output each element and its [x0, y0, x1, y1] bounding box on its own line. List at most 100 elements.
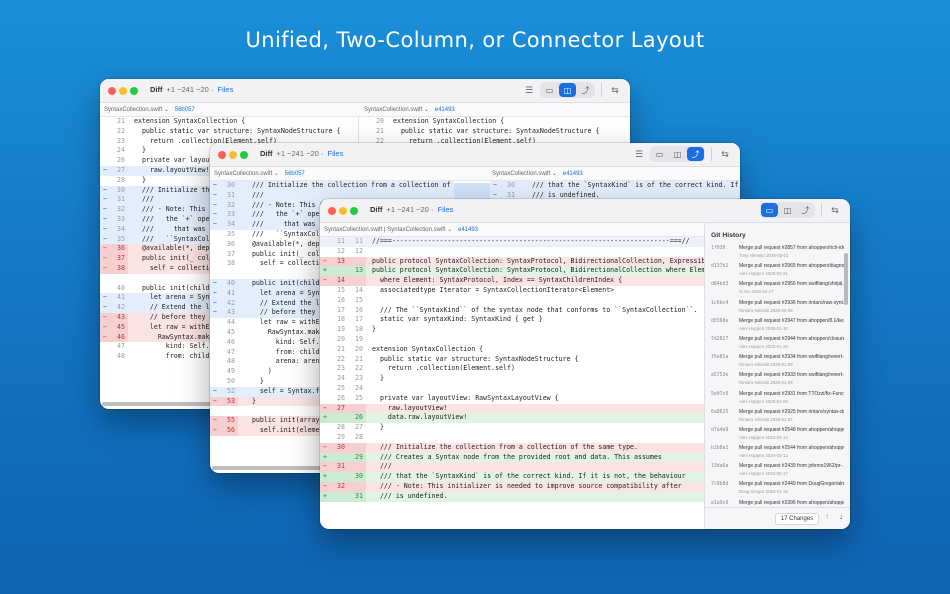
change-marker: [320, 335, 330, 345]
code-line: 22 21 public static var structure: Syntax…: [320, 355, 704, 365]
line-number: 30: [227, 181, 235, 189]
code-line: 19 18}: [320, 325, 704, 335]
commit-author: Xi Ge: [739, 289, 750, 295]
commit-item[interactable]: d84bd3 Merge pull request #2956 from swif…: [705, 279, 850, 297]
change-marker: [210, 318, 220, 328]
unified-layout-icon[interactable]: ▭: [651, 147, 668, 161]
commit-title: Merge pull request #2936 from rintaro/ra…: [739, 299, 844, 306]
minimize-button[interactable]: [339, 207, 347, 215]
change-marker: −: [210, 416, 220, 426]
line-number: 45: [110, 322, 128, 333]
line-number: 42: [117, 303, 125, 312]
close-button[interactable]: [218, 151, 226, 159]
line-number: 21: [117, 117, 125, 125]
code-text: /// The ``SyntaxKind`` of the syntax nod…: [372, 305, 698, 314]
change-marker: [100, 284, 110, 294]
close-button[interactable]: [328, 207, 336, 215]
commit-title: Merge pull request #2544 from ahoppen/ah…: [739, 445, 844, 452]
change-marker: ~: [103, 165, 107, 174]
code-line: 22 public static var structure: SyntaxNo…: [100, 127, 358, 137]
commit-date: 2025-03-01: [766, 253, 789, 258]
commit-item[interactable]: b2b8a1 Merge pull request #2544 from ahop…: [705, 443, 850, 461]
next-change-icon[interactable]: ↓: [839, 512, 843, 521]
unified-layout-icon[interactable]: ▭: [761, 203, 778, 217]
commit-item[interactable]: 6a8625 Merge pull request #2925 from rint…: [705, 407, 850, 425]
close-button[interactable]: [108, 87, 116, 95]
code-text: data.raw.layoutView!: [372, 413, 468, 422]
commit-item[interactable]: d137b2 Merge pull request #2965 from ahop…: [705, 261, 850, 279]
change-marker: ~: [213, 220, 217, 229]
two-column-layout-icon[interactable]: ◫: [669, 147, 686, 161]
code-text: public static var structure: SyntaxNodeS…: [134, 126, 341, 135]
change-marker: [320, 325, 330, 335]
two-column-layout-icon[interactable]: ◫: [559, 83, 576, 97]
horizontal-scrollbar[interactable]: [212, 466, 332, 470]
commit-item[interactable]: 13da6a Merge pull request #2439 from john…: [705, 461, 850, 479]
commit-date: 2025-02-05: [770, 307, 793, 313]
zoom-button[interactable]: [350, 207, 358, 215]
change-marker: ~: [213, 210, 217, 219]
minimize-button[interactable]: [229, 151, 237, 159]
commit-author: Alex Hoppen: [739, 343, 765, 349]
connector-layout-icon[interactable]: ⤴: [687, 147, 704, 161]
line-number: 48: [227, 357, 235, 366]
change-marker: +: [320, 491, 330, 502]
title-bar: Diff +1 −241 −20 · Files ☰ ▭ ◫ ⤴ ⇆: [100, 79, 630, 103]
previous-change-icon[interactable]: ↑: [825, 512, 829, 521]
commit-item[interactable]: e1a9c0 Merge pull request #2396 from ahop…: [705, 498, 850, 505]
old-line-number: 17: [337, 305, 345, 314]
line-number: 31: [117, 195, 125, 204]
swap-icon[interactable]: ⇆: [718, 147, 732, 161]
swap-icon[interactable]: ⇆: [608, 83, 622, 97]
files-link[interactable]: Files: [218, 85, 234, 94]
changes-button[interactable]: 17 Changes: [775, 513, 819, 525]
zoom-button[interactable]: [240, 151, 248, 159]
change-marker: [100, 117, 110, 127]
code-text: /// Initialize the collection from a col…: [251, 181, 451, 189]
commit-item[interactable]: f5e81a Merge pull request #2934 from swif…: [705, 352, 850, 370]
commit-item[interactable]: d7a4e9 Merge pull request #2548 from ahop…: [705, 425, 850, 443]
commit-item[interactable]: 7d2827 Merge pull request #2944 from ahop…: [705, 334, 850, 352]
commit-hash: 13da6a: [711, 464, 729, 470]
list-icon[interactable]: ☰: [522, 83, 536, 97]
connector-layout-icon[interactable]: ⤴: [577, 83, 594, 97]
unified-code-pane[interactable]: 11 11 //===-------------------------------…: [320, 237, 704, 529]
change-marker: −: [100, 254, 110, 264]
commit-list: 1f030 Merge pull request #2857 from ahopp…: [705, 243, 850, 505]
commit-date: 2025-02-17: [751, 289, 774, 295]
line-number: 33: [227, 210, 235, 219]
code-line: +13 public protocol SyntaxCollection: Syn…: [320, 266, 704, 277]
change-marker: [100, 274, 110, 284]
files-link[interactable]: Files: [328, 149, 344, 158]
change-marker: −: [100, 332, 110, 343]
line-number: 36: [110, 244, 128, 255]
new-line-number: [348, 256, 366, 267]
commit-hash: 7c8b8d: [711, 482, 729, 488]
change-marker: [320, 394, 330, 404]
commit-author: Rintaro Ishizaki: [739, 307, 770, 313]
connector-layout-icon[interactable]: ⤴: [797, 203, 814, 217]
zoom-button[interactable]: [130, 87, 138, 95]
change-marker: [320, 306, 330, 316]
line-number: 44: [227, 318, 235, 327]
line-number: 55: [220, 416, 238, 426]
unified-layout-icon[interactable]: ▭: [541, 83, 558, 97]
swap-icon[interactable]: ⇆: [828, 203, 842, 217]
commit-item[interactable]: 1f030 Merge pull request #2857 from ahopp…: [705, 243, 850, 261]
commit-item[interactable]: 1c6bc4 Merge pull request #2936 from rint…: [705, 298, 850, 316]
list-icon[interactable]: ☰: [632, 147, 646, 161]
commit-item[interactable]: a5753e Merge pull request #2933 from swif…: [705, 370, 850, 388]
code-text: }: [372, 374, 384, 383]
files-link[interactable]: Files: [438, 205, 454, 214]
commit-item[interactable]: d0368e Merge pull request #2947 from ahop…: [705, 316, 850, 334]
two-column-layout-icon[interactable]: ◫: [779, 203, 796, 217]
commit-item[interactable]: 5e07c6 Merge pull request #2931 from TTOz…: [705, 389, 850, 407]
window-title: Diff +1 −241 −20 · Files: [370, 205, 454, 214]
change-marker: ~: [103, 303, 107, 312]
code-text: ///: [372, 462, 392, 471]
vertical-scrollbar[interactable]: [844, 253, 848, 305]
minimize-button[interactable]: [119, 87, 127, 95]
line-number: 20: [376, 117, 384, 125]
commit-item[interactable]: 7c8b8d Merge pull request #2449 from Doug…: [705, 479, 850, 497]
